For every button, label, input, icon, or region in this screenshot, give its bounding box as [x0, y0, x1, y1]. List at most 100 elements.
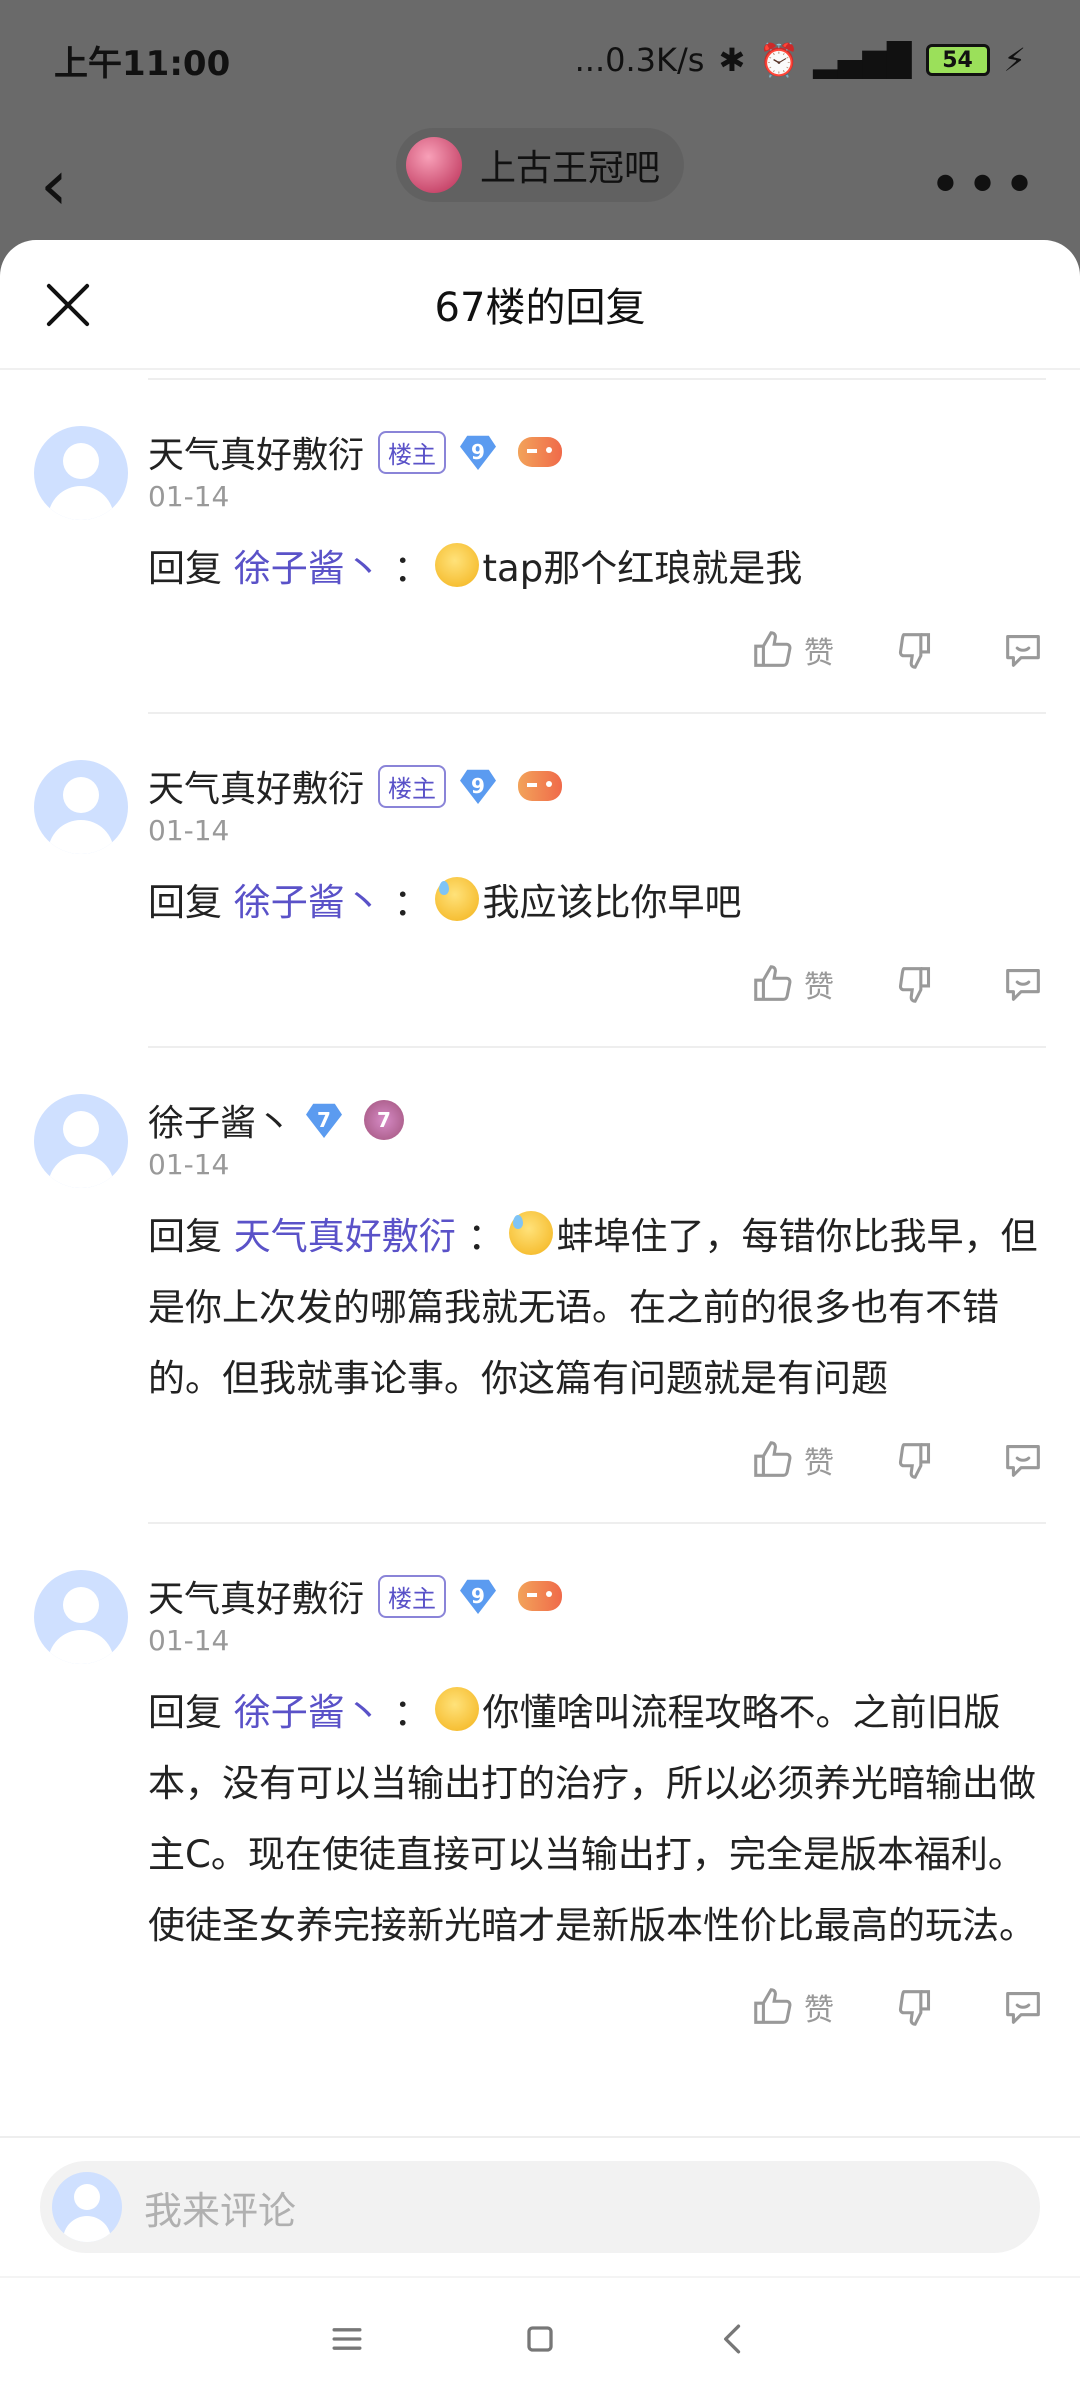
reply-item: 天气真好敷衍 楼主 9 01-14 回复 徐子酱丶 ： tap那个红琅就是我 赞	[0, 380, 1080, 714]
comment-input[interactable]: 我来评论	[40, 2161, 1040, 2253]
thumbs-up-icon	[754, 1988, 792, 2024]
avatar[interactable]	[34, 426, 128, 520]
thumbs-down-icon[interactable]	[894, 627, 940, 673]
reply-text: 我应该比你早吧	[482, 881, 742, 924]
avatar[interactable]	[34, 760, 128, 854]
username[interactable]: 天气真好敷衍	[148, 1570, 364, 1622]
gamepad-icon	[518, 771, 563, 801]
reply-actions: 赞	[148, 622, 1046, 678]
reply-to-user[interactable]: 天气真好敷衍	[234, 1215, 456, 1258]
thumbs-up-icon	[754, 631, 792, 667]
reply-date: 01-14	[148, 480, 230, 513]
reply-item: 天气真好敷衍 楼主 9 01-14 回复 徐子酱丶 ：你懂啥叫流程攻略不。之前旧…	[0, 1524, 1080, 2035]
forum-name: 上古王冠吧	[479, 148, 661, 189]
home-square-icon[interactable]	[518, 2317, 562, 2361]
owner-badge: 楼主	[378, 764, 447, 808]
like-button[interactable]: 赞	[750, 961, 834, 1007]
comment-bar: 我来评论	[0, 2136, 1080, 2276]
back-triangle-icon[interactable]	[711, 2317, 755, 2361]
like-button[interactable]: 赞	[750, 627, 834, 673]
status-indicators: ...0.3K/s ✱ ⏰ ▂▄▆█ 54 ⚡	[575, 41, 1026, 79]
reply-actions: 赞	[148, 956, 1046, 1012]
system-nav-bar	[0, 2276, 1080, 2400]
comment-icon[interactable]	[1000, 961, 1046, 1007]
charging-icon: ⚡	[1003, 41, 1026, 79]
reply-item: 天气真好敷衍 楼主 9 01-14 回复 徐子酱丶 ：我应该比你早吧 赞	[0, 714, 1080, 1048]
top-nav: ‹ 上古王冠吧 •••	[0, 120, 1080, 250]
signal-icon: ▂▄▆█	[813, 41, 912, 79]
reply-actions: 赞	[148, 1979, 1046, 2035]
reply-prefix: 回复	[148, 1691, 222, 1734]
status-bar: 上午11:00 ...0.3K/s ✱ ⏰ ▂▄▆█ 54 ⚡	[0, 0, 1080, 120]
sheet-header: 67楼的回复	[0, 240, 1080, 370]
reply-list[interactable]: 天气真好敷衍 楼主 9 01-14 回复 徐子酱丶 ：tap那个红琅就是我 赞	[0, 370, 1080, 2130]
smile-emoji-icon	[434, 543, 479, 587]
my-avatar	[52, 2172, 122, 2242]
gamepad-icon	[518, 1581, 563, 1611]
name-row: 天气真好敷衍 楼主 9	[148, 1572, 1046, 1620]
reply-prefix: 回复	[148, 881, 222, 924]
reply-prefix: 回复	[148, 1215, 222, 1258]
bluetooth-icon: ✱	[718, 41, 746, 79]
like-label: 赞	[804, 1993, 834, 2028]
reply-item: 徐子酱丶 7 7 01-14 回复 天气真好敷衍 ：蚌埠住了，每错你比我早，但是…	[0, 1048, 1080, 1524]
level-gem-icon: 9	[460, 435, 497, 470]
name-row: 徐子酱丶 7 7	[148, 1096, 1046, 1144]
sheet-title: 67楼的回复	[434, 285, 646, 331]
reply-to-user[interactable]: 徐子酱丶	[234, 547, 382, 590]
sweat-emoji-icon	[508, 1211, 553, 1255]
replies-sheet: 67楼的回复 天气真好敷衍 楼主 9 01-14 回复 徐子酱丶 ： tap那个红…	[0, 240, 1080, 2400]
reply-content: 回复 天气真好敷衍 ：蚌埠住了，每错你比我早，但是你上次发的哪篇我就无语。在之前…	[148, 1201, 1046, 1414]
forum-pill[interactable]: 上古王冠吧	[395, 128, 685, 202]
name-row: 天气真好敷衍 楼主 9	[148, 428, 1046, 476]
comment-icon[interactable]	[1000, 1437, 1046, 1483]
reply-to-user[interactable]: 徐子酱丶	[234, 881, 382, 924]
reply-to-user[interactable]: 徐子酱丶	[234, 1691, 382, 1734]
level-gem-icon: 7	[306, 1103, 343, 1138]
gamepad-icon	[518, 437, 563, 467]
thumbs-down-icon[interactable]	[894, 1984, 940, 2030]
level-gem-icon: 9	[460, 769, 497, 804]
like-button[interactable]: 赞	[750, 1984, 834, 2030]
thumbs-up-icon	[754, 1441, 792, 1477]
like-button[interactable]: 赞	[750, 1437, 834, 1483]
smile-emoji-icon	[434, 1687, 479, 1731]
close-icon[interactable]	[44, 280, 92, 328]
username[interactable]: 天气真好敷衍	[148, 426, 364, 478]
reply-text: tap那个红琅就是我	[482, 547, 803, 590]
like-label: 赞	[804, 1446, 834, 1481]
username[interactable]: 徐子酱丶	[148, 1094, 292, 1146]
like-label: 赞	[804, 636, 834, 671]
reply-date: 01-14	[148, 1148, 230, 1181]
level-gem-icon: 9	[460, 1579, 497, 1614]
comment-icon[interactable]	[1000, 1984, 1046, 2030]
name-row: 天气真好敷衍 楼主 9	[148, 762, 1046, 810]
reply-content: 回复 徐子酱丶 ：你懂啥叫流程攻略不。之前旧版本，没有可以当输出打的治疗，所以必…	[148, 1677, 1046, 1961]
reply-date: 01-14	[148, 1624, 230, 1657]
owner-badge: 楼主	[378, 430, 447, 474]
back-arrow-icon[interactable]: ‹	[40, 150, 120, 220]
reply-prefix: 回复	[148, 547, 222, 590]
owner-badge: 楼主	[378, 1574, 447, 1618]
like-label: 赞	[804, 970, 834, 1005]
thumbs-down-icon[interactable]	[894, 1437, 940, 1483]
sweat-emoji-icon	[434, 877, 479, 921]
avatar[interactable]	[34, 1570, 128, 1664]
net-speed: ...0.3K/s	[574, 41, 705, 79]
alarm-icon: ⏰	[759, 41, 800, 79]
username[interactable]: 天气真好敷衍	[148, 760, 364, 812]
reply-date: 01-14	[148, 814, 230, 847]
thumbs-down-icon[interactable]	[894, 961, 940, 1007]
battery-icon: 54	[925, 44, 990, 76]
reply-content: 回复 徐子酱丶 ： tap那个红琅就是我	[148, 533, 1046, 604]
thumbs-up-icon	[754, 965, 792, 1001]
reply-content: 回复 徐子酱丶 ：我应该比你早吧	[148, 867, 1046, 938]
comment-icon[interactable]	[1000, 627, 1046, 673]
menu-icon[interactable]	[325, 2317, 369, 2361]
forum-avatar	[405, 137, 462, 193]
avatar[interactable]	[34, 1094, 128, 1188]
member-badge-icon: 7	[364, 1100, 405, 1140]
more-dots-icon[interactable]: •••	[929, 153, 1040, 218]
reply-actions: 赞	[148, 1432, 1046, 1488]
comment-placeholder: 我来评论	[144, 2188, 297, 2233]
